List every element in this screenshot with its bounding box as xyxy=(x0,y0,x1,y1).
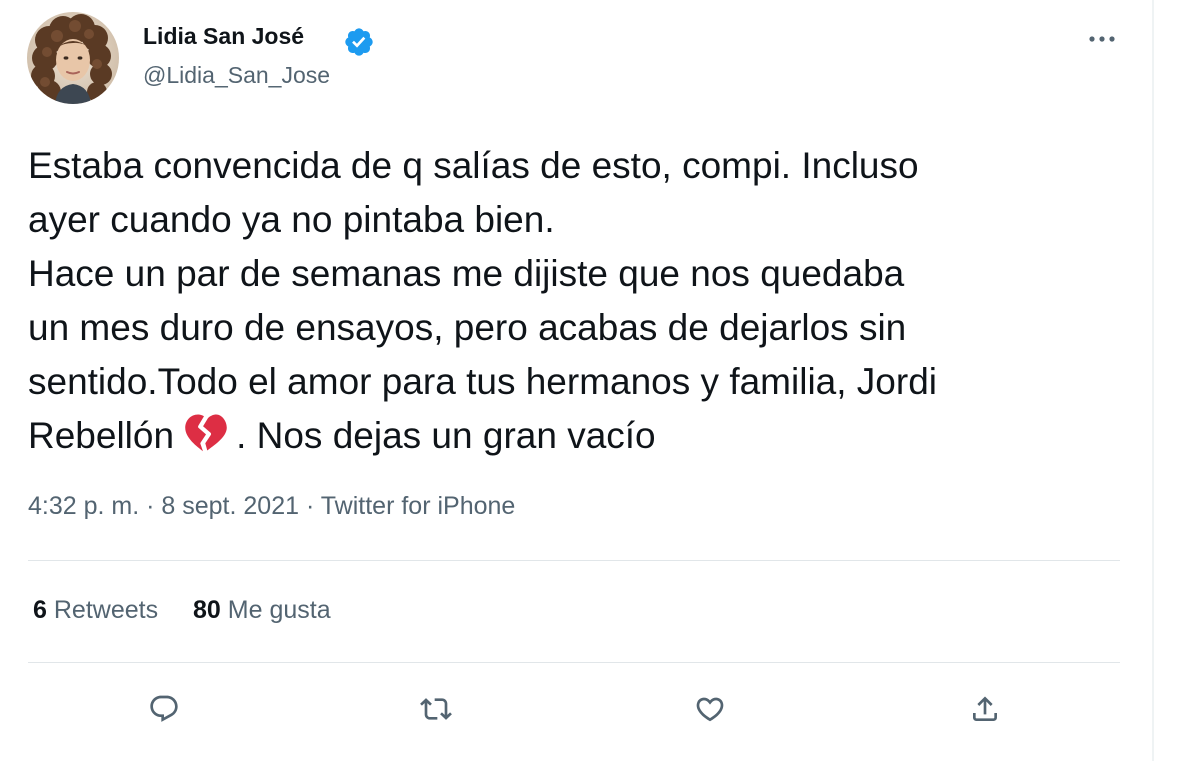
retweets-label: Retweets xyxy=(53,596,159,624)
more-options-button[interactable] xyxy=(1080,24,1124,54)
tweet-stats: 6 Retweets 80 Me gusta xyxy=(33,596,331,625)
meta-separator: · xyxy=(299,492,321,520)
reply-button[interactable] xyxy=(140,685,188,733)
tweet-time[interactable]: 4:32 p. m. xyxy=(28,492,139,520)
share-icon xyxy=(973,696,997,721)
tweet-text: Estaba convencida de q salías de esto, c… xyxy=(28,139,1128,463)
likes-count: 80 xyxy=(193,596,221,624)
tweet-line-last: Rebellón . Nos dejas un gran vacío xyxy=(28,409,1128,463)
more-icon xyxy=(1089,36,1115,42)
broken-heart-icon xyxy=(185,414,227,452)
tweet-text-segment: Rebellón xyxy=(28,415,175,456)
meta-separator: · xyxy=(139,492,162,520)
tweet-line: Estaba convencida de q salías de esto, c… xyxy=(28,145,919,186)
retweet-button[interactable] xyxy=(412,685,460,733)
retweets-stat[interactable]: 6 Retweets xyxy=(33,596,158,625)
profile-photo-icon xyxy=(27,12,119,104)
reply-icon xyxy=(150,695,178,722)
tweet-line: un mes duro de ensayos, pero acabas de d… xyxy=(28,307,907,348)
likes-label: Me gusta xyxy=(227,596,331,624)
likes-stat[interactable]: 80 Me gusta xyxy=(193,596,331,625)
retweets-count: 6 xyxy=(33,596,47,624)
column-border xyxy=(1152,0,1154,761)
tweet-source[interactable]: Twitter for iPhone xyxy=(321,492,516,520)
author-name[interactable]: Lidia San José xyxy=(143,23,304,50)
author-handle[interactable]: @Lidia_San_Jose xyxy=(143,62,330,89)
action-bar xyxy=(0,685,1150,733)
divider xyxy=(28,662,1120,663)
tweet-meta: 4:32 p. m. · 8 sept. 2021 · Twitter for … xyxy=(28,492,515,521)
avatar[interactable] xyxy=(27,12,119,104)
share-button[interactable] xyxy=(961,685,1009,733)
tweet-line: Hace un par de semanas me dijiste que no… xyxy=(28,253,905,294)
like-button[interactable] xyxy=(686,685,734,733)
tweet-card: Lidia San José @Lidia_San_Jose Estaba co… xyxy=(0,0,1150,761)
tweet-line: sentido.Todo el amor para tus hermanos y… xyxy=(28,361,937,402)
divider xyxy=(28,560,1120,561)
tweet-text-segment: . Nos dejas un gran vacío xyxy=(236,415,656,456)
tweet-line: ayer cuando ya no pintaba bien. xyxy=(28,199,555,240)
like-icon xyxy=(696,697,724,722)
tweet-date[interactable]: 8 sept. 2021 xyxy=(161,492,299,520)
verified-badge-icon xyxy=(345,28,373,56)
retweet-icon xyxy=(420,698,452,720)
